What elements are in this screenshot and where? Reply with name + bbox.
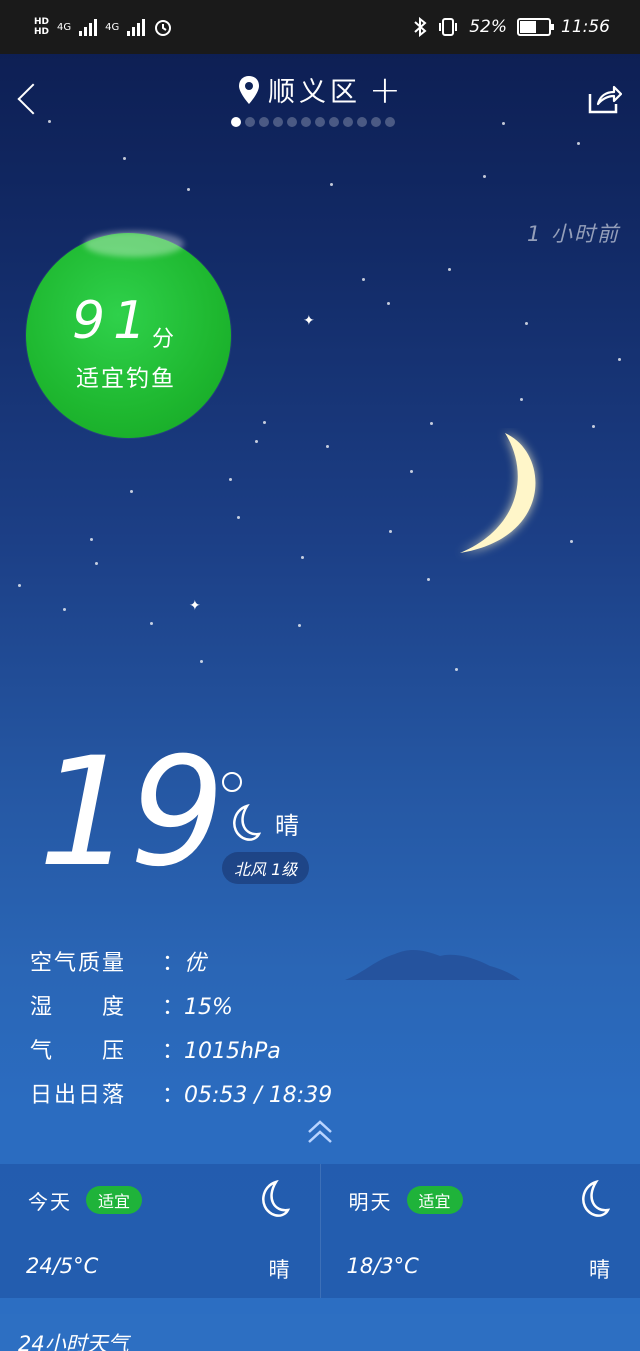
moon-illustration (460, 433, 536, 553)
page-dot[interactable] (259, 117, 269, 127)
fishing-score-unit: 分 (152, 327, 175, 352)
page-dot[interactable] (245, 117, 255, 127)
vibrate-icon (439, 18, 458, 36)
detail-key: 气 压 (30, 1039, 127, 1064)
bubble-shine (84, 231, 184, 257)
forecast-range: 24/5°C (26, 1254, 99, 1278)
sim-labels: HD HD (34, 17, 49, 37)
fishing-badge: 适宜 (406, 1186, 463, 1214)
detail-row: 湿 度 ： 15% (30, 986, 332, 1030)
signal-icon (79, 18, 98, 36)
detail-sep: ： (162, 995, 185, 1020)
forecast-day-name: 明天 (348, 1190, 393, 1214)
detail-value: 15% (184, 995, 233, 1020)
detail-key: 湿 度 (30, 995, 127, 1020)
fishing-score-bubble[interactable]: 91 分 适宜钓鱼 (26, 231, 231, 438)
page-dot[interactable] (273, 117, 283, 127)
detail-key: 日出日落 (30, 1083, 127, 1108)
back-icon[interactable] (17, 83, 49, 115)
battery-fill (520, 21, 536, 33)
clock: 11:56 (561, 17, 610, 37)
location-pin-icon (239, 75, 259, 104)
page-dot[interactable] (287, 117, 297, 127)
fishing-label: 适宜钓鱼 (76, 366, 176, 392)
page-dot[interactable] (301, 117, 311, 127)
current-condition: 晴 (225, 804, 299, 842)
page-dot[interactable] (329, 117, 339, 127)
forecast-day[interactable]: 明天 适宜 18/3°C 晴 (321, 1164, 640, 1298)
condition-text: 晴 (275, 811, 299, 840)
forecast-day[interactable]: 今天 适宜 24/5°C 晴 (0, 1164, 321, 1298)
daily-forecast: 今天 适宜 24/5°C 晴 明天 适宜 18/3°C 晴 (0, 1164, 640, 1298)
detail-row: 气 压 ： 1015hPa (30, 1030, 332, 1074)
battery-icon (517, 18, 554, 36)
detail-row: 空气质量 ：优 (30, 942, 332, 986)
status-bar: HD HD 4G 4G 52% 11:56 (0, 0, 640, 54)
forecast-condition: 晴 (589, 1258, 610, 1282)
detail-sep: ： (162, 1083, 185, 1108)
city-name: 顺义区 (268, 77, 361, 108)
detail-value: 优 (184, 951, 207, 976)
hd2-label: HD (34, 27, 50, 37)
page-dot[interactable] (343, 117, 353, 127)
page-dot[interactable] (371, 117, 381, 127)
page-indicator[interactable] (231, 117, 395, 127)
hd1-label: HD (34, 17, 50, 27)
moon-icon (261, 1180, 290, 1217)
current-temperature: 19 (38, 726, 225, 900)
weather-details: 空气质量：优湿 度： 15% 气 压： 1015hPa 日出日落： 05:53 / 18:… (30, 942, 332, 1118)
detail-value: 1015hPa (184, 1039, 281, 1064)
network-label-2: 4G (105, 21, 120, 33)
update-time: 1 小时前 (526, 222, 620, 246)
battery-percent: 52% (469, 17, 507, 37)
page-dot[interactable] (231, 117, 241, 127)
sparkle-icon: ✦ (189, 598, 201, 614)
hourly-title: 24小时天气 (18, 1332, 129, 1351)
detail-key: 空气质量 (30, 951, 127, 976)
share-icon[interactable] (586, 82, 622, 116)
network-label-1: 4G (57, 21, 72, 33)
detail-sep: ： (162, 1039, 185, 1064)
top-bar: 顺义区 + (0, 60, 640, 120)
alarm-icon (155, 20, 172, 36)
page-dot[interactable] (357, 117, 367, 127)
hourly-section[interactable]: 24小时天气 (0, 1314, 640, 1351)
forecast-range: 18/3°C (346, 1254, 419, 1278)
forecast-condition: 晴 (268, 1258, 290, 1282)
forecast-day-name: 今天 (28, 1190, 72, 1214)
wind-badge: 北风 1级 (222, 852, 310, 884)
sparkle-icon: ✦ (303, 313, 315, 329)
moon-icon (582, 1180, 610, 1217)
island-illustration (345, 949, 520, 980)
detail-row: 日出日落 ： 05:53 / 18:39 (30, 1074, 332, 1118)
moon-icon (233, 804, 261, 841)
fishing-score: 91 (72, 291, 155, 351)
degree-symbol (222, 772, 242, 792)
expand-up-icon[interactable] (305, 1116, 335, 1146)
detail-sep: ： (162, 951, 185, 976)
signal-icon-2 (127, 18, 146, 36)
location-selector[interactable]: 顺义区 + (238, 70, 405, 109)
fishing-badge: 适宜 (86, 1186, 143, 1214)
page-dot[interactable] (385, 117, 395, 127)
page-dot[interactable] (315, 117, 325, 127)
add-city-button[interactable]: + (369, 71, 405, 109)
detail-value: 05:53 / 18:39 (184, 1083, 333, 1108)
bluetooth-icon (414, 17, 427, 37)
